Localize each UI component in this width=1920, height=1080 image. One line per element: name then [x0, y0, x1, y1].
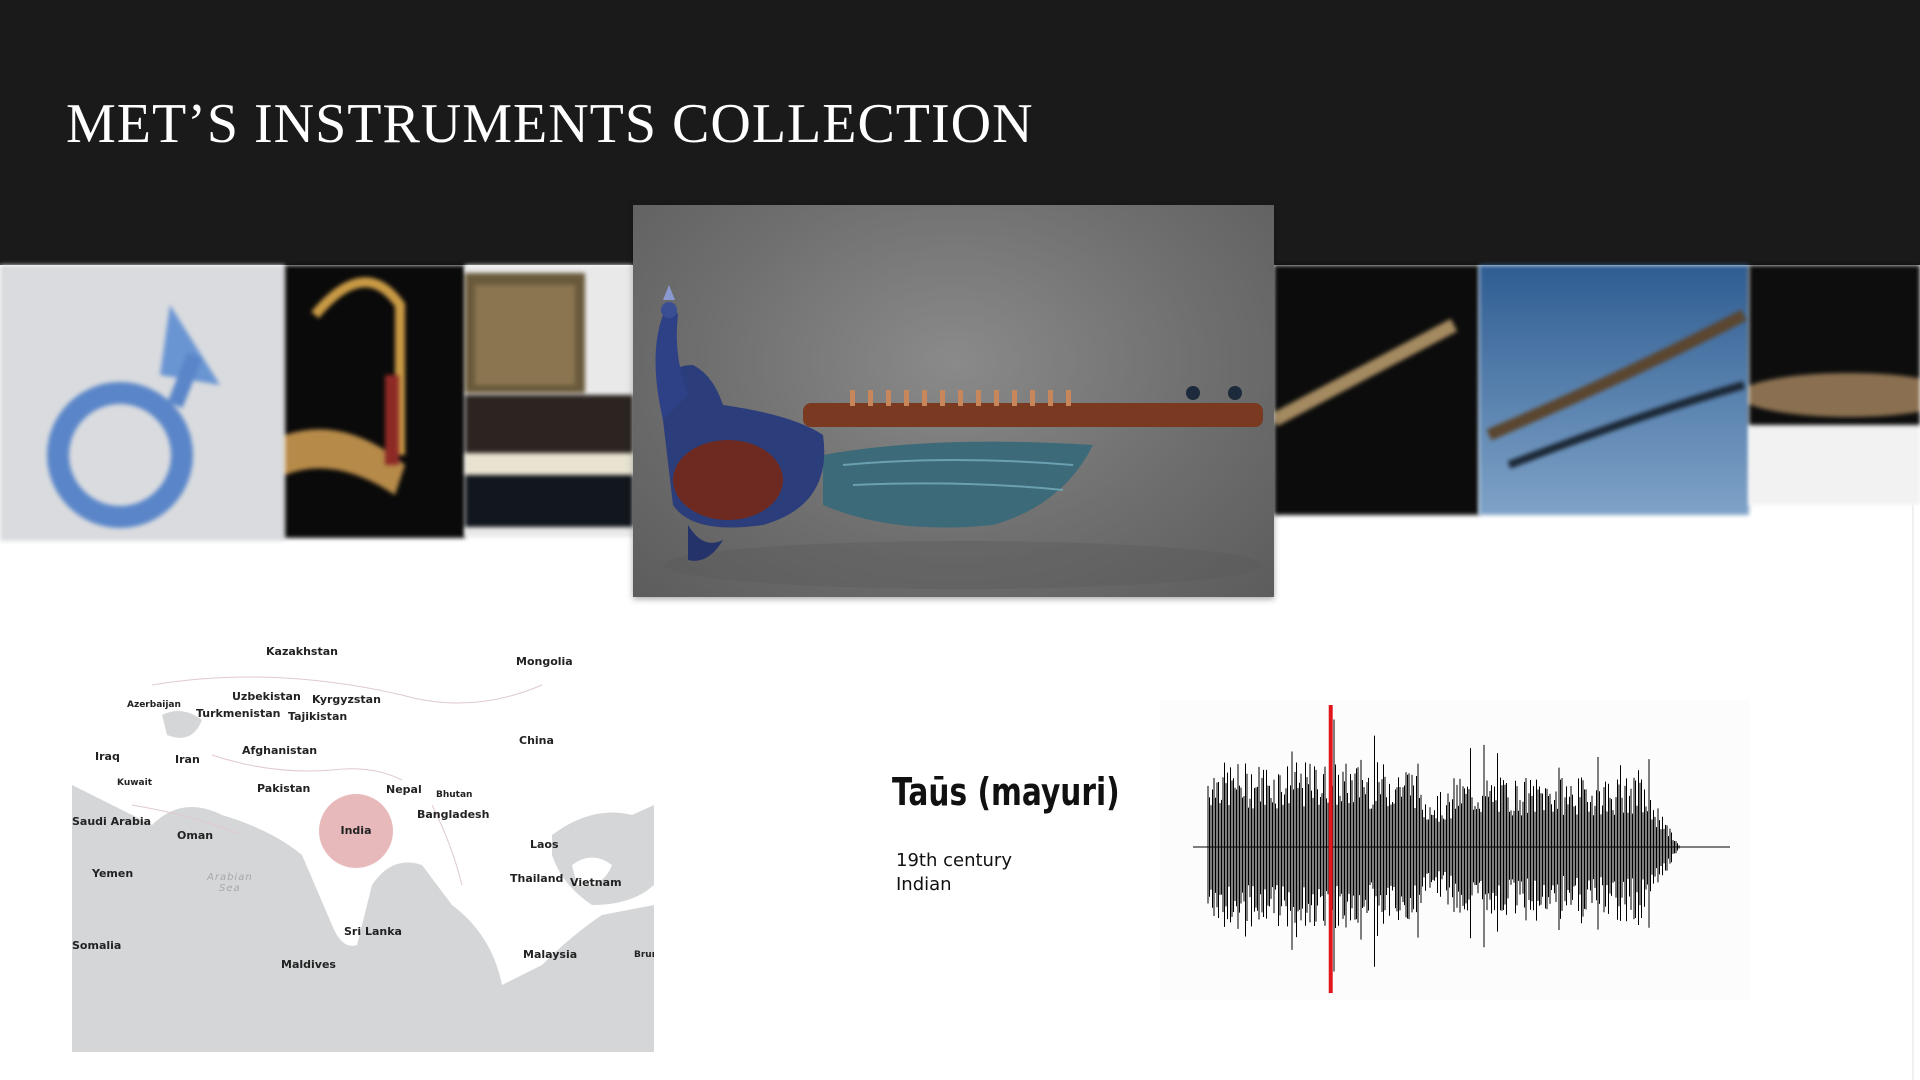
map-label: Malaysia	[523, 948, 578, 961]
map-label: Maldives	[281, 958, 336, 971]
map-label: Sri Lanka	[344, 925, 402, 938]
map-label: Bhutan	[436, 790, 473, 800]
map-label: Kuwait	[117, 778, 152, 788]
page-title: MET’S INSTRUMENTS COLLECTION	[66, 93, 1034, 155]
thumbnail-blue-horn[interactable]	[0, 265, 285, 541]
map-label: Iran	[175, 753, 200, 766]
map-label: Somalia	[72, 939, 122, 952]
audio-waveform[interactable]	[1160, 700, 1750, 1000]
map-label: Nepal	[386, 783, 422, 796]
map-label: Mongolia	[516, 655, 573, 668]
thumbnail-virginal[interactable]	[465, 265, 633, 537]
map-label: Arabian Sea	[207, 872, 253, 894]
map-label: Pakistan	[257, 782, 311, 795]
map-label: Iraq	[95, 750, 120, 763]
scroll-edge	[1912, 505, 1920, 1080]
thumbnail-brass-instrument[interactable]	[1749, 265, 1920, 505]
map-label: Thailand	[510, 872, 564, 885]
featured-instrument-image[interactable]	[633, 205, 1274, 597]
instrument-origin: Indian	[896, 874, 952, 895]
map-label: Afghanistan	[242, 744, 318, 757]
instrument-name: Taūs (mayuri)	[892, 770, 1120, 814]
india-marker[interactable]: India	[319, 794, 393, 868]
map-label: Saudi Arabia	[72, 815, 152, 828]
instrument-period: 19th century	[896, 850, 1012, 871]
map-label: Brun	[634, 950, 654, 960]
map-label: Azerbaijan	[127, 700, 181, 710]
map-label: Laos	[530, 838, 559, 851]
map-label: Yemen	[92, 867, 134, 880]
thumbnail-stringed-instrument[interactable]	[1479, 265, 1749, 515]
map-label: Oman	[177, 829, 214, 842]
map-label: Vietnam	[570, 876, 622, 889]
map-label: Bangladesh	[417, 808, 490, 821]
thumbnail-golden-harp[interactable]	[285, 265, 465, 538]
map-label: Kazakhstan	[266, 645, 338, 658]
india-label: India	[340, 824, 372, 837]
thumbnail-wooden-flute[interactable]	[1274, 265, 1479, 515]
map-label: Tajikistan	[288, 710, 348, 723]
origin-map[interactable]: Kazakhstan Mongolia Uzbekistan Kyrgyzsta…	[72, 605, 654, 1052]
map-label: China	[519, 734, 554, 747]
map-label: Kyrgyzstan	[312, 693, 381, 706]
map-label: Uzbekistan	[232, 690, 301, 703]
map-label: Turkmenistan	[196, 707, 281, 720]
